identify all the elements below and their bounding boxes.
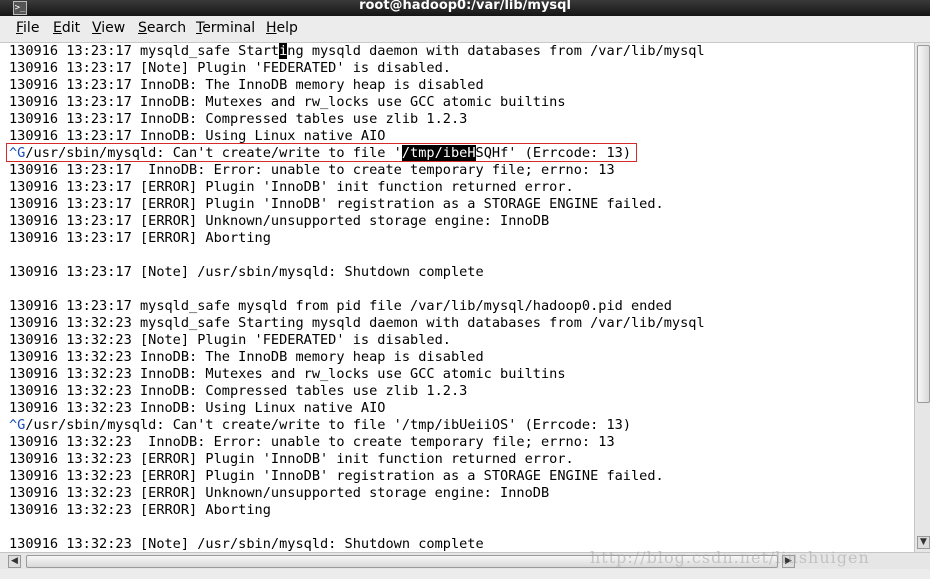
scroll-down-arrow-icon[interactable]: ▼ (917, 536, 930, 549)
menu-view-label: iew (101, 20, 126, 36)
terminal-line: 130916 13:32:23 [Note] /usr/sbin/mysqld:… (9, 536, 484, 552)
menu-view[interactable]: View (92, 20, 125, 36)
menu-edit-label: dit (61, 20, 81, 36)
terminal-line: 130916 13:23:17 mysqld_safe Starting mys… (9, 43, 705, 60)
menu-search-label: earch (146, 20, 187, 36)
menu-view-mnemonic: V (92, 20, 102, 36)
terminal-line: 130916 13:32:23 mysqld_safe Starting mys… (9, 315, 705, 331)
menu-terminal-label: erminal (202, 20, 256, 36)
terminal-output[interactable]: 130916 13:23:17 mysqld_safe Starting mys… (0, 43, 914, 552)
terminal-line: 130916 13:23:17 [ERROR] Plugin 'InnoDB' … (9, 196, 664, 212)
menu-help[interactable]: Help (266, 20, 298, 36)
status-bar (0, 569, 930, 579)
terminal-line: 130916 13:32:23 [ERROR] Unknown/unsuppor… (9, 485, 550, 501)
terminal-line: 130916 13:32:23 [Note] Plugin 'FEDERATED… (9, 332, 451, 348)
menu-file[interactable]: File (16, 20, 39, 36)
menu-file-mnemonic: F (16, 20, 24, 36)
menu-help-label: elp (276, 20, 298, 36)
terminal-line: 130916 13:23:17 InnoDB: Compressed table… (9, 111, 468, 127)
menu-file-label: ile (23, 20, 40, 36)
error-highlight-box (6, 143, 637, 162)
line-text: 130916 13:23:17 mysqld_safe Start (9, 43, 280, 59)
line-text: /usr/sbin/mysqld: Can't create/write to … (25, 417, 632, 433)
vertical-scrollbar[interactable]: ▼ (914, 43, 930, 552)
terminal-line: 130916 13:23:17 [Note] Plugin 'FEDERATED… (9, 60, 451, 76)
terminal-line: ^G/usr/sbin/mysqld: Can't create/write t… (9, 417, 631, 434)
menu-edit[interactable]: Edit (53, 20, 80, 36)
menu-terminal[interactable]: Terminal (196, 20, 255, 36)
terminal-line: 130916 13:32:23 InnoDB: Compressed table… (9, 383, 468, 399)
terminal-line: 130916 13:23:17 mysqld_safe mysqld from … (9, 298, 672, 314)
control-char: ^G (9, 417, 26, 433)
terminal-line: 130916 13:32:23 [ERROR] Aborting (9, 502, 271, 518)
menu-bar: File Edit View Search Terminal Help (0, 16, 930, 43)
terminal-line: 130916 13:32:23 InnoDB: Error: unable to… (9, 434, 615, 450)
terminal-line: 130916 13:23:17 [ERROR] Unknown/unsuppor… (9, 213, 550, 229)
terminal-line: 130916 13:23:17 InnoDB: Mutexes and rw_l… (9, 94, 566, 110)
terminal-line: 130916 13:23:17 [ERROR] Aborting (9, 230, 271, 246)
terminal-line: 130916 13:23:17 InnoDB: The InnoDB memor… (9, 77, 484, 93)
terminal-line: 130916 13:23:17 [Note] /usr/sbin/mysqld:… (9, 264, 484, 280)
terminal-line: 130916 13:32:23 InnoDB: Using Linux nati… (9, 400, 386, 416)
menu-search-mnemonic: S (138, 20, 147, 36)
terminal-line: 130916 13:32:23 [ERROR] Plugin 'InnoDB' … (9, 468, 664, 484)
scroll-left-arrow-icon[interactable]: ◀ (8, 555, 21, 568)
menu-edit-mnemonic: E (53, 20, 62, 36)
line-text: ng mysqld daemon with databases from /va… (287, 43, 705, 59)
terminal-line: 130916 13:32:23 [ERROR] Plugin 'InnoDB' … (9, 451, 574, 467)
window-title: root@hadoop0:/var/lib/mysql (359, 0, 571, 13)
title-bar[interactable]: >_ root@hadoop0:/var/lib/mysql (0, 0, 930, 16)
vertical-scroll-thumb[interactable] (917, 45, 930, 403)
watermark: http://blog.csdn.net/liushuigen (590, 548, 870, 567)
terminal-line: 130916 13:23:17 InnoDB: Error: unable to… (9, 162, 615, 178)
terminal-line: 130916 13:23:17 [ERROR] Plugin 'InnoDB' … (9, 179, 574, 195)
terminal-line: 130916 13:32:23 InnoDB: Mutexes and rw_l… (9, 366, 566, 382)
menu-help-mnemonic: H (266, 20, 277, 36)
terminal-line: 130916 13:32:23 InnoDB: The InnoDB memor… (9, 349, 484, 365)
menu-search[interactable]: Search (138, 20, 186, 36)
